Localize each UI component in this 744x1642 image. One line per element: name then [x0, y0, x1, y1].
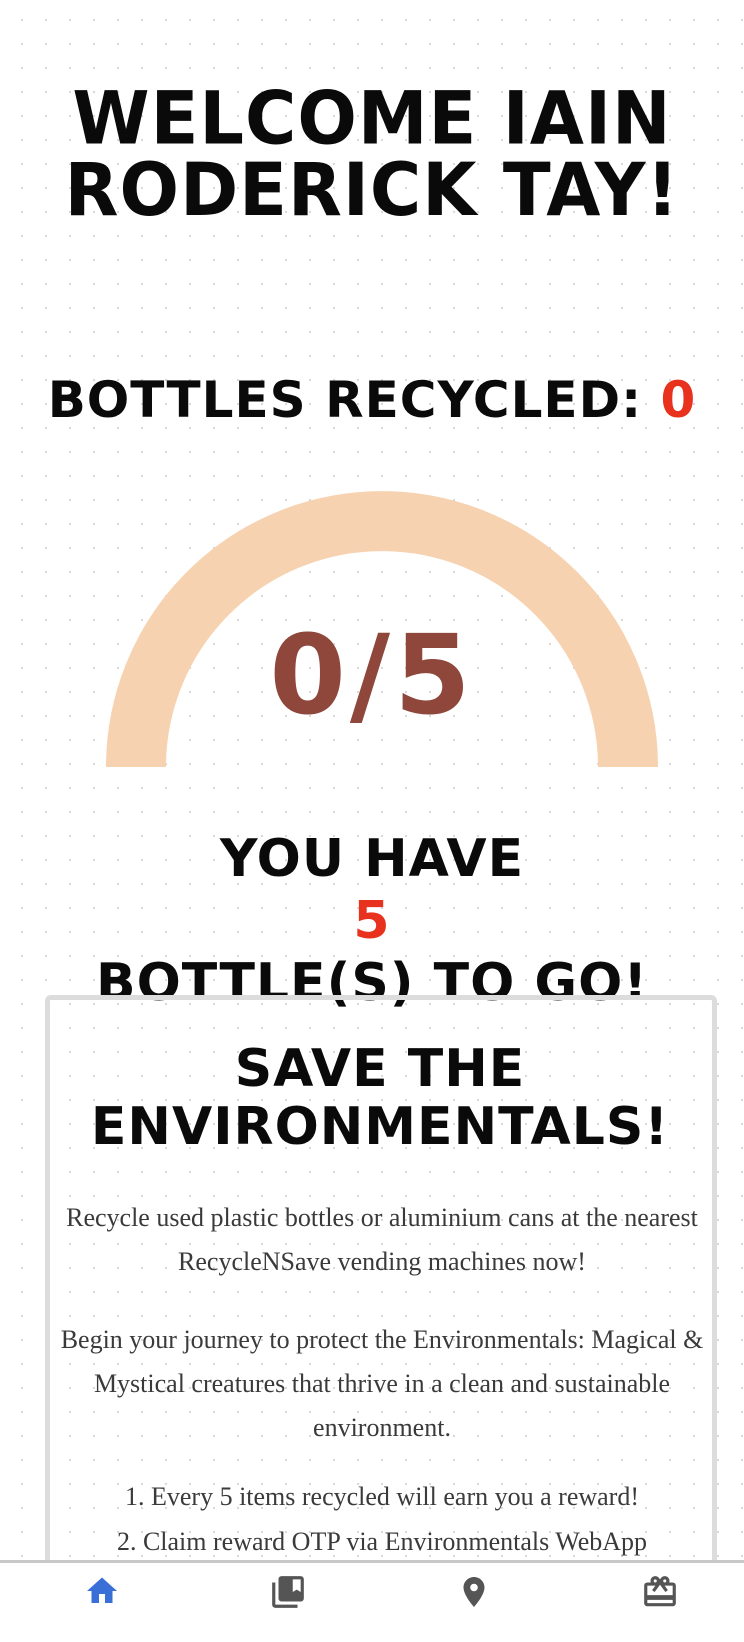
step-item: 2. Claim reward OTP via Environmentals W… — [116, 1527, 648, 1556]
bottles-recycled-count: 0 — [660, 371, 697, 429]
nav-rewards-button[interactable] — [630, 1573, 690, 1633]
nav-collection-button[interactable] — [258, 1573, 318, 1633]
journey-description: Begin your journey to protect the Enviro… — [60, 1325, 704, 1442]
bottles-recycled-label: BOTTLES RECYCLED: — [47, 371, 661, 429]
steps-list: 1. Every 5 items recycled will earn you … — [60, 1474, 704, 1564]
to-go-prefix: YOU HAVE — [219, 829, 525, 889]
collection-icon — [272, 1576, 304, 1608]
welcome-line-1: WELCOME IAIN — [72, 75, 672, 162]
card-title-line-2: ENVIRONMENTALS! — [90, 1097, 670, 1157]
step-item: 1. Every 5 items recycled will earn you … — [124, 1482, 639, 1511]
home-icon — [87, 1577, 117, 1603]
location-pin-icon — [463, 1577, 485, 1607]
bottles-to-go-message: YOU HAVE 5 BOTTLE(S) TO GO! — [0, 828, 744, 1014]
recycle-instructions: Recycle used plastic bottles or aluminiu… — [66, 1203, 698, 1276]
bottles-remaining-count: 5 — [353, 891, 391, 951]
card-title-line-1: SAVE THE — [234, 1039, 526, 1099]
bottom-nav-bar — [0, 1560, 744, 1642]
to-go-line-1: YOU HAVE 5 — [0, 828, 744, 952]
welcome-heading: WELCOME IAIN RODERICK TAY! — [0, 75, 744, 233]
welcome-line-2: RODERICK TAY! — [64, 146, 680, 233]
gauge-value: 0/5 — [269, 611, 475, 739]
nav-locations-button[interactable] — [444, 1573, 504, 1633]
nav-home-button[interactable] — [72, 1573, 132, 1633]
bottles-recycled-heading: BOTTLES RECYCLED: 0 — [0, 368, 744, 432]
gift-icon — [644, 1576, 676, 1607]
card-title: SAVE THE ENVIRONMENTALS! — [0, 1040, 744, 1156]
